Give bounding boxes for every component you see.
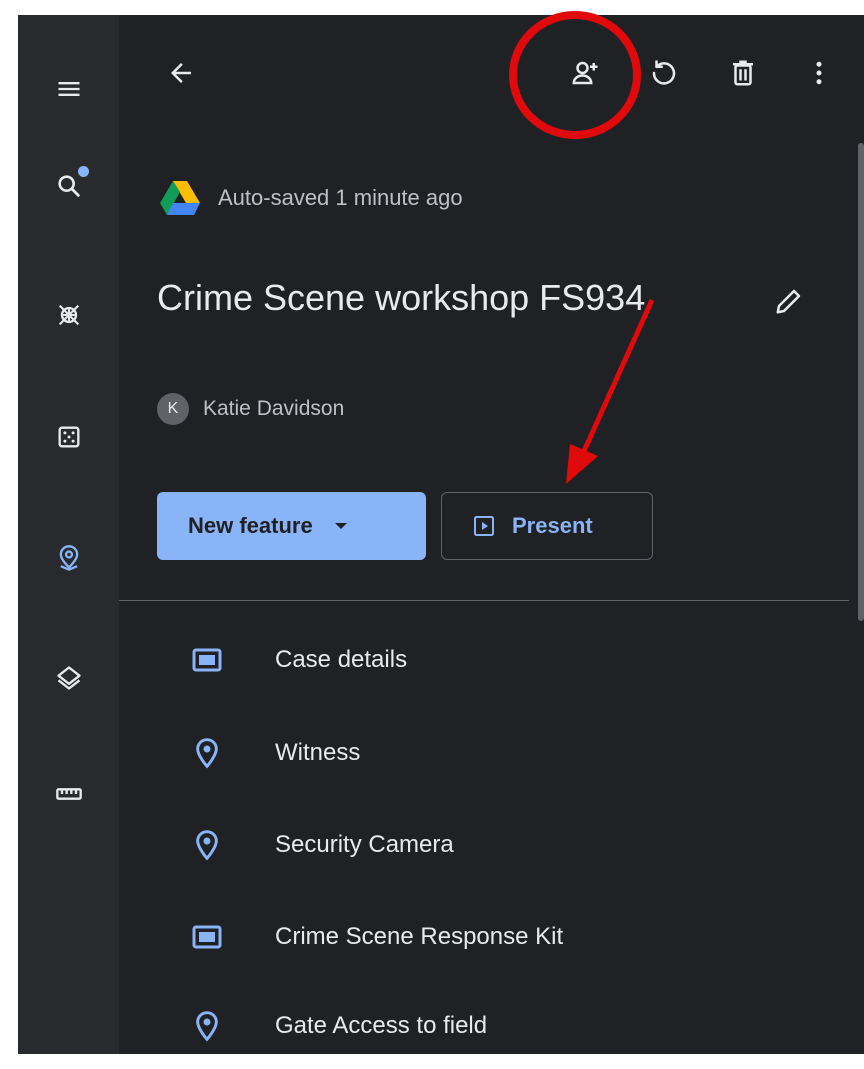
feature-item-witness[interactable]: Witness	[191, 729, 360, 777]
satellite-button[interactable]	[42, 288, 96, 342]
trash-icon	[733, 60, 753, 86]
measure-button[interactable]	[42, 767, 96, 821]
layers-button[interactable]	[42, 651, 96, 705]
new-feature-label: New feature	[188, 513, 313, 538]
notification-dot	[78, 166, 89, 177]
delete-button[interactable]	[719, 49, 767, 97]
back-arrow-icon	[171, 63, 191, 83]
edit-title-button[interactable]	[767, 279, 811, 323]
location-button[interactable]	[42, 531, 96, 585]
feature-item-security-camera[interactable]: Security Camera	[191, 821, 454, 869]
new-feature-button[interactable]: New feature	[157, 492, 426, 560]
google-drive-icon	[160, 181, 200, 215]
location-pin-icon	[191, 1010, 223, 1042]
more-options-button[interactable]	[795, 49, 843, 97]
map-title: Crime Scene workshop FS934	[157, 277, 646, 318]
feature-item-case-details[interactable]: Case details	[191, 636, 407, 684]
nav-rail	[18, 15, 119, 1054]
more-vert-icon	[816, 61, 822, 85]
present-play-icon	[474, 516, 494, 536]
scrollbar[interactable]	[858, 143, 864, 621]
feature-item-crime-scene-response-kit[interactable]: Crime Scene Response Kit	[191, 913, 563, 961]
feature-label: Crime Scene Response Kit	[275, 923, 564, 950]
location-icon	[59, 545, 79, 571]
autosave-status: Auto-saved 1 minute ago	[159, 181, 463, 215]
app-window: Auto-saved 1 minute ago Crime Scene work…	[18, 15, 864, 1054]
dice-icon	[58, 426, 80, 448]
feature-label: Case details	[275, 646, 408, 673]
dice-button[interactable]	[42, 410, 96, 464]
feature-label: Witness	[275, 739, 361, 766]
location-pin-icon	[191, 737, 223, 769]
rectangle-icon	[191, 644, 223, 676]
avatar: K	[157, 393, 189, 425]
share-button[interactable]	[561, 49, 609, 97]
history-icon	[652, 60, 676, 85]
dropdown-caret-icon	[334, 523, 347, 529]
autosave-text: Auto-saved 1 minute ago	[218, 185, 463, 210]
menu-icon	[58, 82, 80, 96]
feature-item-gate-access[interactable]: Gate Access to field	[191, 1002, 487, 1050]
present-label: Present	[512, 513, 593, 538]
map-details-panel: Auto-saved 1 minute ago Crime Scene work…	[119, 15, 864, 1054]
map-owner: K Katie Davidson	[157, 393, 344, 425]
back-button[interactable]	[157, 49, 205, 97]
feature-label: Security Camera	[275, 831, 454, 858]
history-button[interactable]	[640, 49, 688, 97]
feature-label: Gate Access to field	[275, 1012, 488, 1039]
search-icon	[58, 175, 80, 197]
location-pin-icon	[191, 829, 223, 861]
rectangle-icon	[191, 921, 223, 953]
share-person-add-icon	[572, 61, 598, 85]
search-button[interactable]	[42, 159, 96, 213]
menu-button[interactable]	[42, 62, 96, 116]
divider	[119, 600, 849, 601]
owner-name: Katie Davidson	[203, 397, 345, 420]
layers-icon	[57, 666, 81, 690]
pencil-icon	[776, 289, 801, 314]
ruler-icon	[56, 788, 82, 800]
satellite-icon	[58, 304, 80, 326]
present-button[interactable]: Present	[441, 492, 653, 560]
